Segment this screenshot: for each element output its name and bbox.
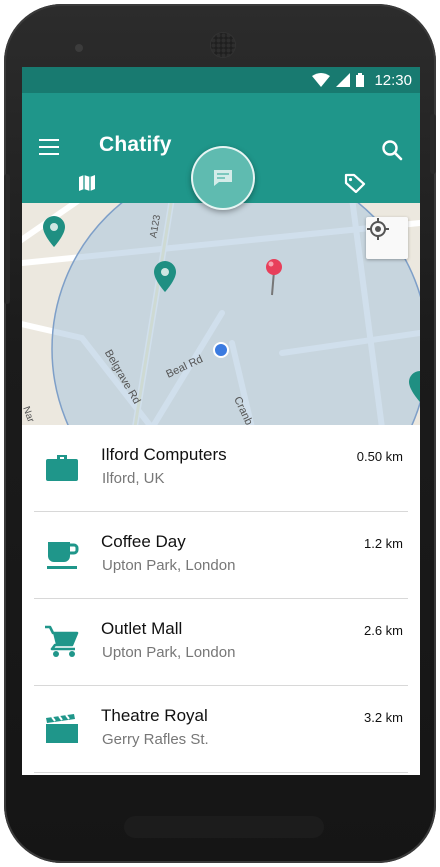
app-screen: 12:30 Chatify A123 Belgrave Rd Beal Rd C…	[22, 67, 420, 775]
crosshair-icon	[367, 218, 389, 240]
power-button	[430, 114, 436, 174]
place-distance: 1.2 km	[363, 536, 403, 551]
tag-icon	[344, 173, 366, 193]
place-address: Upton Park, London	[102, 644, 236, 661]
place-name: Outlet Mall	[101, 619, 183, 638]
search-icon[interactable]	[381, 139, 403, 161]
list-item[interactable]: Ilford Computers Ilford, UK 0.50 km	[22, 425, 420, 511]
divider	[34, 772, 408, 773]
place-pin-icon	[43, 216, 65, 247]
place-name: Ilford Computers	[101, 445, 227, 464]
earpiece-speaker	[211, 33, 235, 57]
bottom-speaker	[124, 816, 324, 838]
place-distance: 3.2 km	[363, 710, 403, 725]
shopping-cart-icon	[45, 625, 79, 657]
status-time: 12:30	[374, 71, 412, 89]
coffee-cup-icon	[47, 542, 79, 569]
app-title: Chatify	[99, 133, 172, 156]
clapperboard-icon	[46, 714, 78, 743]
current-location-dot	[213, 342, 229, 358]
status-bar: 12:30	[22, 67, 420, 93]
chat-fab-button[interactable]	[191, 146, 255, 210]
place-distance: 2.6 km	[363, 623, 403, 638]
signal-icon	[336, 73, 351, 87]
briefcase-icon	[46, 455, 78, 481]
wifi-icon	[312, 73, 331, 87]
tab-map[interactable]	[22, 163, 152, 203]
list-item[interactable]: Coffee Day Upton Park, London 1.2 km	[22, 512, 420, 598]
place-address: Upton Park, London	[102, 557, 236, 574]
tab-tags[interactable]	[290, 163, 420, 203]
battery-icon	[356, 73, 365, 87]
volume-button	[4, 174, 10, 304]
map-canvas	[22, 203, 420, 425]
list-item[interactable]: Theatre Royal Gerry Rafles St. 3.2 km	[22, 686, 420, 772]
place-address: Ilford, UK	[102, 470, 165, 487]
list-item[interactable]: Outlet Mall Upton Park, London 2.6 km	[22, 599, 420, 685]
chat-bubble-icon	[214, 170, 232, 186]
place-name: Coffee Day	[101, 532, 186, 551]
map-icon	[79, 175, 95, 191]
place-name: Theatre Royal	[101, 706, 208, 725]
map-view[interactable]: A123 Belgrave Rd Beal Rd Cranb Nar	[22, 203, 420, 425]
hamburger-menu-icon[interactable]	[39, 139, 59, 155]
front-camera	[75, 44, 83, 52]
place-distance: 0.50 km	[356, 449, 403, 464]
places-list: Ilford Computers Ilford, UK 0.50 km Coff…	[22, 425, 420, 775]
my-location-button[interactable]	[366, 217, 408, 259]
place-address: Gerry Rafles St.	[102, 731, 209, 748]
